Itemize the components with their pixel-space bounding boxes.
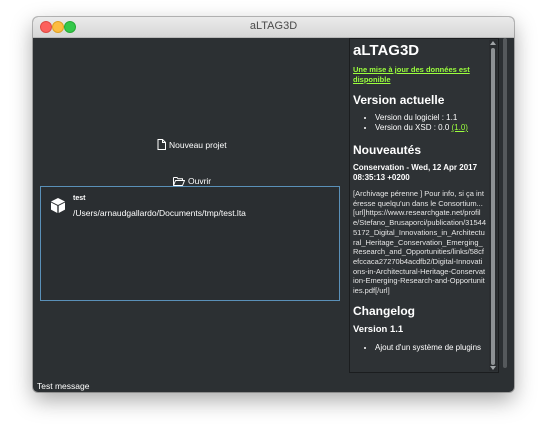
news-heading: Nouveautés	[353, 143, 422, 157]
new-project-label: Nouveau projet	[169, 139, 227, 150]
software-version: Version du logiciel : 1.1	[375, 113, 486, 123]
scroll-down-arrow-icon[interactable]	[490, 366, 496, 370]
new-project-button[interactable]: Nouveau projet	[157, 139, 227, 150]
news-title: Conservation - Wed, 12 Apr 2017 08:35:13…	[353, 163, 478, 182]
window-scrollbar[interactable]	[503, 38, 509, 368]
open-label: Ouvrir	[188, 176, 212, 186]
status-bar-message: Test message	[37, 381, 90, 391]
xsd-version-text: Version du XSD : 0.0	[375, 123, 450, 132]
xsd-version-link[interactable]: (1.0)	[452, 123, 468, 132]
start-panel: Nouveau projet Ouvrir test /Users/arnaud…	[33, 38, 347, 379]
new-file-icon	[157, 139, 166, 150]
recent-project-path: /Users/arnaudgallardo/Documents/tmp/test…	[73, 208, 246, 218]
changelog-heading: Changelog	[353, 303, 415, 318]
xsd-version: Version du XSD : 0.0 (1.0)	[375, 123, 486, 133]
news-body: [Archivage pérenne ] Pour info, si ça in…	[353, 189, 487, 296]
info-content: aLTAG3D Une mise à jour des données est …	[353, 39, 486, 353]
info-scrollbar[interactable]	[489, 40, 497, 371]
window-title: aLTAG3D	[249, 20, 298, 32]
open-button[interactable]: Ouvrir	[173, 176, 211, 186]
changelog-list: Ajout d'un système de plugins	[353, 343, 486, 353]
recent-project-name: test	[73, 195, 86, 202]
scrollbar-thumb[interactable]	[491, 48, 495, 365]
changelog-version: Version 1.1	[353, 323, 404, 335]
title-bar: aLTAG3D	[33, 17, 514, 38]
recent-project-card[interactable]: test /Users/arnaudgallardo/Documents/tmp…	[40, 186, 340, 301]
folder-open-icon	[173, 176, 185, 186]
window-scrollbar-thumb[interactable]	[503, 38, 507, 368]
info-panel: aLTAG3D Une mise à jour des données est …	[349, 38, 499, 373]
update-link[interactable]: Une mise à jour des données est disponib…	[353, 65, 486, 85]
info-app-title: aLTAG3D	[353, 42, 420, 59]
scroll-up-arrow-icon[interactable]	[490, 41, 496, 45]
current-version-heading: Version actuelle	[353, 93, 445, 107]
app-window: aLTAG3D Nouveau projet Ouvrir test /User…	[33, 17, 514, 392]
cube-icon	[50, 197, 66, 219]
changelog-item: Ajout d'un système de plugins	[375, 343, 486, 353]
version-list: Version du logiciel : 1.1 Version du XSD…	[353, 113, 486, 133]
